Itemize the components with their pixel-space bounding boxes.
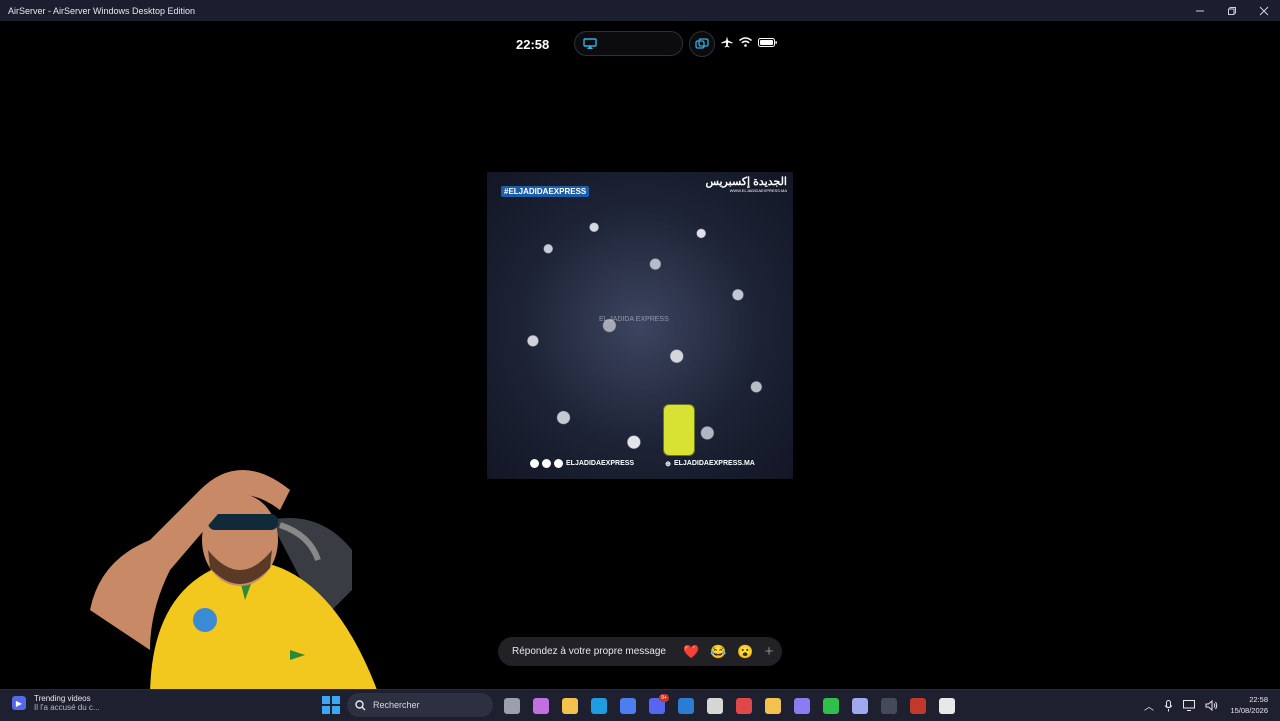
window-title: AirServer - AirServer Windows Desktop Ed… [8, 5, 196, 16]
phone-clock: 22:58 [516, 37, 550, 52]
play-icon: ▶ [12, 696, 26, 710]
taskbar-app-edge[interactable] [587, 694, 611, 718]
video-hashtag: #ELJADIDAEXPRESS [501, 186, 590, 197]
social-handle: ELJADIDAEXPRESS [566, 460, 635, 467]
mail-icon [678, 698, 694, 714]
taskbar-app-capture[interactable] [703, 694, 727, 718]
obs-icon [881, 698, 897, 714]
phone-status-icons [721, 36, 777, 48]
display-icon[interactable] [1183, 700, 1195, 711]
airplane-icon [721, 36, 733, 48]
channel-logo: الجديدة إكسبريس WWW.ELJADIDAEXPRESS.MA [705, 176, 787, 193]
reply-input[interactable]: Répondez à votre propre message [512, 646, 678, 657]
reaction-wow[interactable]: 😮 [732, 644, 759, 660]
social-site: ELJADIDAEXPRESS.MA [673, 460, 755, 467]
pinned-apps: 9+ [500, 694, 959, 718]
minimize-icon [1196, 10, 1204, 11]
news-icon [910, 698, 926, 714]
restore-button[interactable] [1216, 0, 1248, 21]
safety-vest-figure [663, 404, 695, 456]
webcam-overlay [90, 470, 380, 698]
taskbar-app-game-controller[interactable] [790, 694, 814, 718]
task-view-icon [504, 698, 520, 714]
taskbar-app-capcut[interactable] [935, 694, 959, 718]
game-controller-icon [794, 698, 810, 714]
wifi-icon [739, 37, 752, 47]
taskbar-app-task-view[interactable] [500, 694, 524, 718]
facebook-icon [530, 459, 539, 468]
instagram-icon [542, 459, 551, 468]
reply-bar: Répondez à votre propre message ❤️ 😂 😮 + [498, 637, 782, 666]
close-button[interactable] [1248, 0, 1280, 21]
copilot-icon [533, 698, 549, 714]
widget-subtitle: Il l'a accusé du c... [34, 703, 100, 712]
globe-icon: ⊕ [665, 460, 671, 468]
add-reaction-button[interactable]: + [759, 643, 779, 660]
taskbar-app-discord[interactable]: 9+ [645, 694, 669, 718]
video-watermark: EL JADIDA EXPRESS [599, 316, 669, 323]
file-explorer-icon [562, 698, 578, 714]
minimize-button[interactable] [1184, 0, 1216, 21]
airplay-icon [583, 37, 597, 49]
taskbar-app-copilot[interactable] [529, 694, 553, 718]
battery-icon [758, 37, 777, 47]
start-button[interactable] [322, 696, 340, 714]
window-titlebar: AirServer - AirServer Windows Desktop Ed… [0, 0, 1280, 21]
system-tray: ︿ [1144, 698, 1218, 713]
search-placeholder: Rechercher [373, 700, 420, 710]
taskbar-search[interactable]: Rechercher [347, 693, 493, 717]
notification-badge: 9+ [659, 694, 669, 702]
logo-site: WWW.ELJADIDAEXPRESS.MA [729, 187, 787, 193]
widget-title: Trending videos [34, 694, 91, 703]
search-icon [355, 699, 366, 710]
taskbar-app-obs[interactable] [877, 694, 901, 718]
taskbar-app-file-explorer[interactable] [558, 694, 582, 718]
chat-icon [852, 698, 868, 714]
airplay-indicator[interactable] [574, 31, 683, 56]
edge-icon [591, 698, 607, 714]
reaction-laugh[interactable]: 😂 [705, 644, 732, 660]
threads-icon [554, 459, 563, 468]
taskbar-app-mail[interactable] [674, 694, 698, 718]
taskbar-app-timer[interactable] [732, 694, 756, 718]
restore-icon [1228, 6, 1236, 15]
screen-mirror-icon [695, 38, 709, 49]
system-clock[interactable]: 22:58 15/08/2026 [1226, 694, 1268, 716]
chevron-up-icon[interactable]: ︿ [1144, 698, 1154, 713]
clock-time: 22:58 [1249, 695, 1268, 704]
close-icon [1259, 6, 1269, 15]
taskbar-app-news[interactable] [906, 694, 930, 718]
taskbar-app-store[interactable] [616, 694, 640, 718]
video-social-bar: ELJADIDAEXPRESS ⊕ ELJADIDAEXPRESS.MA [530, 459, 755, 468]
taskbar-app-chat[interactable] [848, 694, 872, 718]
clock-date: 15/08/2026 [1230, 706, 1268, 715]
taskbar: ▶ Trending videos Il l'a accusé du c... … [0, 689, 1280, 721]
capture-icon [707, 698, 723, 714]
microphone-icon[interactable] [1164, 699, 1173, 712]
reaction-heart[interactable]: ❤️ [678, 644, 705, 660]
timer-icon [736, 698, 752, 714]
screen-mirror-button[interactable] [689, 31, 715, 57]
nvidia-icon [823, 698, 839, 714]
video-player[interactable]: #ELJADIDAEXPRESS الجديدة إكسبريس WWW.ELJ… [487, 172, 793, 479]
store-icon [620, 698, 636, 714]
taskbar-app-chrome[interactable] [761, 694, 785, 718]
logo-text: الجديدة إكسبريس [705, 176, 787, 188]
speaker-icon[interactable] [1205, 700, 1218, 711]
capcut-icon [939, 698, 955, 714]
windows-logo-icon [322, 696, 330, 704]
chrome-icon [765, 698, 781, 714]
taskbar-app-nvidia[interactable] [819, 694, 843, 718]
news-widget[interactable]: ▶ Trending videos Il l'a accusé du c... [12, 694, 100, 712]
